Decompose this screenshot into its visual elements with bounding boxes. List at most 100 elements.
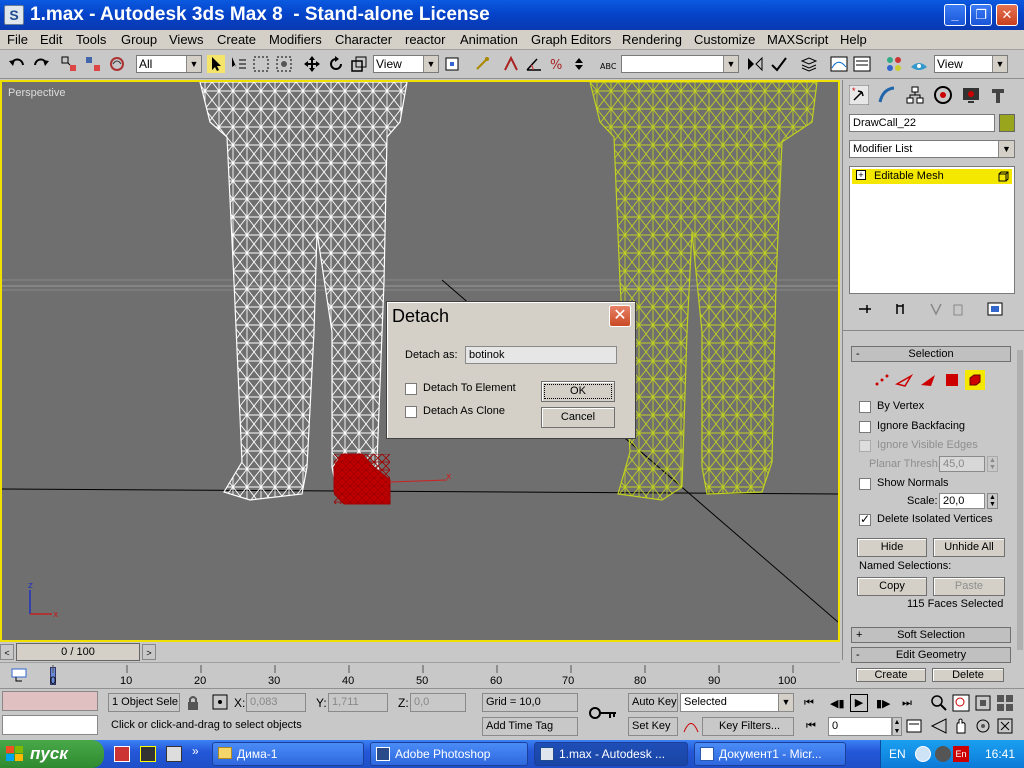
- undo-icon[interactable]: [8, 55, 26, 73]
- menu-animation[interactable]: Animation: [460, 32, 518, 47]
- task-dima[interactable]: Дима-1: [212, 742, 364, 766]
- menu-edit[interactable]: Edit: [40, 32, 62, 47]
- redo-icon[interactable]: [32, 55, 50, 73]
- unhide-all-button[interactable]: Unhide All: [933, 538, 1005, 557]
- task-word[interactable]: Документ1 - Micr...: [694, 742, 846, 766]
- object-color-swatch[interactable]: [999, 114, 1015, 132]
- select-and-link-icon[interactable]: [60, 55, 78, 73]
- delete-isolated-vertices-checkbox[interactable]: [859, 512, 871, 526]
- menu-help[interactable]: Help: [840, 32, 867, 47]
- render-scene-icon[interactable]: [910, 55, 928, 73]
- object-name-input[interactable]: DrawCall_22: [849, 114, 995, 132]
- copy-button[interactable]: Copy: [857, 577, 927, 596]
- menu-graph-editors[interactable]: Graph Editors: [531, 32, 611, 47]
- expand-plus-icon[interactable]: +: [856, 170, 866, 180]
- field-of-view-icon[interactable]: [930, 717, 948, 735]
- close-button[interactable]: ✕: [996, 4, 1018, 26]
- current-frame-input[interactable]: 0: [828, 717, 892, 736]
- task-photoshop[interactable]: Adobe Photoshop: [370, 742, 528, 766]
- display-tab-icon[interactable]: [961, 85, 981, 105]
- next-frame-icon[interactable]: ▮▶: [876, 697, 891, 710]
- stack-item-editable-mesh[interactable]: + Editable Mesh: [852, 169, 1012, 184]
- menu-character[interactable]: Character: [335, 32, 392, 47]
- bind-space-warp-icon[interactable]: [108, 55, 126, 73]
- command-panel-scrollbar[interactable]: [1017, 350, 1023, 650]
- edit-geometry-rollout-title[interactable]: - Edit Geometry: [851, 647, 1011, 663]
- show-end-result-icon[interactable]: [893, 302, 907, 316]
- delete-button[interactable]: Delete: [932, 668, 1004, 682]
- maximize-viewport-icon[interactable]: [996, 717, 1014, 735]
- snap-toggle-icon[interactable]: [502, 55, 520, 73]
- dialog-close-button[interactable]: ✕: [609, 305, 631, 327]
- maxscript-listener-white[interactable]: [2, 715, 98, 735]
- app-icon[interactable]: S: [4, 5, 24, 25]
- maximize-button[interactable]: ❐: [970, 4, 992, 26]
- material-editor-icon[interactable]: [885, 55, 903, 73]
- tray-network-icon[interactable]: [915, 746, 931, 762]
- quicklaunch-app-icon[interactable]: [114, 746, 130, 762]
- scale-input[interactable]: 20,0: [939, 493, 985, 509]
- key-mode-select[interactable]: Selected ▼: [680, 693, 794, 712]
- zoom-icon[interactable]: [930, 694, 948, 712]
- menu-rendering[interactable]: Rendering: [622, 32, 682, 47]
- element-subobject-icon[interactable]: [965, 370, 985, 390]
- ignore-visible-edges-checkbox[interactable]: [859, 440, 871, 452]
- select-object-icon[interactable]: [207, 55, 225, 73]
- menu-group[interactable]: Group: [121, 32, 157, 47]
- menu-maxscript[interactable]: MAXScript: [767, 32, 828, 47]
- tray-keyboard-icon[interactable]: En: [953, 746, 969, 762]
- planar-thresh-input[interactable]: 45,0: [939, 456, 985, 472]
- align-icon[interactable]: [770, 55, 788, 73]
- time-slider-right[interactable]: >: [142, 644, 156, 660]
- layer-manager-icon[interactable]: [800, 55, 818, 73]
- detach-as-clone-checkbox[interactable]: [405, 406, 417, 418]
- selection-rollout-title[interactable]: - Selection: [851, 346, 1011, 362]
- vertex-subobject-icon[interactable]: [873, 372, 891, 388]
- menu-reactor[interactable]: reactor: [405, 32, 445, 47]
- absolute-mode-icon[interactable]: [212, 694, 228, 710]
- planar-thresh-spinner[interactable]: ▲ ▼: [987, 456, 998, 472]
- current-frame-spinner[interactable]: ▲ ▼: [892, 717, 902, 736]
- modify-tab-icon[interactable]: [877, 85, 897, 105]
- detach-to-element-checkbox[interactable]: [405, 383, 417, 395]
- tray-app-icon[interactable]: [935, 746, 951, 762]
- face-subobject-icon[interactable]: [919, 372, 937, 388]
- edge-subobject-icon[interactable]: [895, 372, 913, 388]
- key-mode-toggle-icon[interactable]: ⏮: [806, 720, 816, 733]
- quicklaunch-app2-icon[interactable]: [140, 746, 156, 762]
- remove-modifier-icon[interactable]: [951, 302, 965, 316]
- time-configuration-icon[interactable]: [906, 718, 922, 734]
- zoom-extents-icon[interactable]: [974, 694, 992, 712]
- auto-key-button[interactable]: Auto Key: [628, 693, 678, 712]
- menu-modifiers[interactable]: Modifiers: [269, 32, 322, 47]
- edit-named-selection-icon[interactable]: ABC: [598, 55, 616, 73]
- menu-create[interactable]: Create: [217, 32, 256, 47]
- time-slider-left[interactable]: <: [0, 644, 14, 660]
- soft-selection-rollout-title[interactable]: + Soft Selection: [851, 627, 1011, 643]
- set-key-icon[interactable]: [588, 703, 618, 723]
- cancel-button[interactable]: Cancel: [541, 407, 615, 428]
- pan-icon[interactable]: [952, 717, 970, 735]
- lock-icon[interactable]: [186, 695, 200, 711]
- curve-editor-icon[interactable]: [830, 55, 848, 73]
- minimize-button[interactable]: _: [944, 4, 966, 26]
- key-filters-button[interactable]: Key Filters...: [702, 717, 794, 736]
- zoom-extents-all-icon[interactable]: [996, 694, 1014, 712]
- go-to-start-icon[interactable]: ⏮: [804, 697, 814, 710]
- previous-frame-icon[interactable]: ◀▮: [830, 697, 845, 710]
- play-button-icon[interactable]: ▶: [850, 694, 868, 712]
- rotate-icon[interactable]: [327, 55, 345, 73]
- create-tab-icon[interactable]: *: [849, 85, 869, 105]
- scale-icon[interactable]: [350, 55, 368, 73]
- schematic-view-icon[interactable]: [853, 55, 871, 73]
- show-normals-checkbox[interactable]: [859, 478, 871, 490]
- detach-as-input[interactable]: botinok: [465, 346, 617, 364]
- track-bar[interactable]: 0 10 20 30 40 50 60 70 80 90 100: [0, 662, 840, 688]
- utilities-tab-icon[interactable]: [989, 85, 1009, 105]
- modifier-list-select[interactable]: Modifier List ▼: [849, 140, 1015, 158]
- go-to-end-icon[interactable]: ⏭: [902, 697, 912, 710]
- make-unique-icon[interactable]: [929, 302, 943, 316]
- default-tangent-icon[interactable]: [682, 717, 700, 735]
- rectangular-selection-icon[interactable]: [252, 55, 270, 73]
- time-slider-thumb[interactable]: 0 / 100: [16, 643, 140, 661]
